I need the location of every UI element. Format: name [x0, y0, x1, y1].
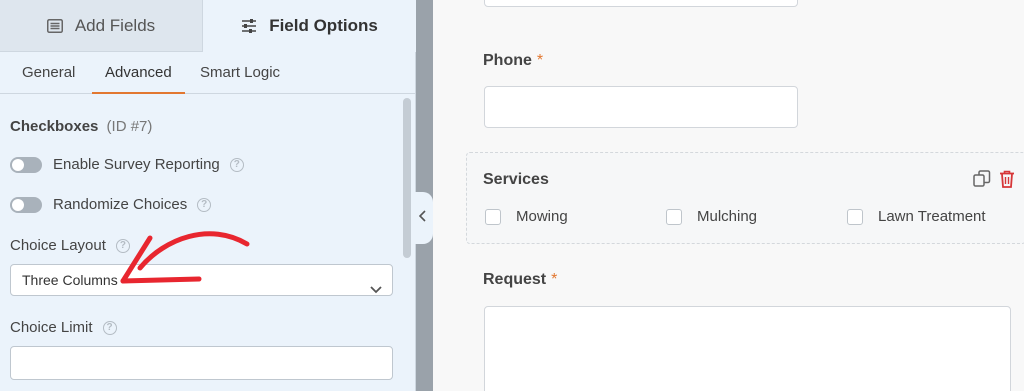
choice-limit-label: Choice Limit [10, 319, 93, 336]
survey-reporting-label: Enable Survey Reporting [53, 156, 220, 173]
services-title: Services [483, 171, 549, 188]
randomize-choices-row: Randomize Choices ? [10, 196, 212, 213]
request-textarea[interactable] [484, 306, 1011, 391]
required-marker: * [536, 52, 544, 69]
help-icon[interactable]: ? [102, 320, 117, 335]
choice-layout-value: Three Columns [22, 272, 118, 288]
chevron-left-icon [418, 209, 427, 227]
checkbox[interactable] [485, 208, 501, 225]
subtab-bar: General Advanced Smart Logic [0, 52, 416, 94]
choice-limit-label-row: Choice Limit ? [10, 319, 117, 336]
choice-limit-input[interactable] [10, 346, 393, 380]
form-preview: Phone * Services Mowing Mulching Lawn Tre… [433, 0, 1024, 391]
checkbox-option[interactable]: Mulching [666, 208, 757, 225]
phone-label-text: Phone [483, 52, 532, 69]
chevron-down-icon [370, 274, 382, 304]
checkbox[interactable] [847, 208, 863, 225]
survey-reporting-row: Enable Survey Reporting ? [10, 156, 244, 173]
panel-scrollbar[interactable] [403, 98, 411, 258]
field-options-panel: Add Fields Field Options General Advance… [0, 0, 416, 391]
field-title-name: Checkboxes [10, 118, 99, 135]
subtab-advanced[interactable]: Advanced [92, 52, 185, 94]
subtab-general[interactable]: General [22, 52, 75, 94]
previous-field-input[interactable] [484, 0, 798, 7]
field-actions [973, 170, 1015, 193]
subtab-smart-logic[interactable]: Smart Logic [200, 52, 280, 94]
tab-add-fields[interactable]: Add Fields [0, 0, 203, 52]
list-icon [46, 18, 63, 33]
randomize-choices-label: Randomize Choices [53, 196, 188, 213]
survey-reporting-toggle[interactable] [10, 156, 42, 173]
phone-label: Phone * [483, 52, 543, 70]
choice-layout-label: Choice Layout [10, 237, 106, 254]
tab-field-options[interactable]: Field Options [203, 0, 416, 52]
choice-layout-label-row: Choice Layout ? [10, 237, 130, 254]
trash-icon[interactable] [999, 170, 1015, 193]
field-id: (ID #7) [106, 118, 153, 135]
help-icon[interactable]: ? [115, 238, 130, 253]
checkbox-option[interactable]: Mowing [485, 208, 568, 225]
checkbox-label: Lawn Treatment [878, 208, 986, 225]
checkbox-option[interactable]: Lawn Treatment [847, 208, 986, 225]
services-field[interactable]: Services Mowing Mulching Lawn Treatment [466, 152, 1024, 244]
tab-add-fields-label: Add Fields [74, 15, 156, 35]
help-icon[interactable]: ? [229, 157, 244, 172]
tab-field-options-label: Field Options [269, 16, 378, 35]
choice-layout-select[interactable]: Three Columns [10, 264, 393, 296]
field-title: Checkboxes (ID #7) [10, 118, 152, 135]
request-label-text: Request [483, 271, 547, 288]
help-icon[interactable]: ? [197, 197, 212, 212]
collapse-panel-button[interactable] [413, 192, 433, 244]
sliders-icon [241, 19, 257, 33]
checkbox-label: Mowing [516, 208, 568, 225]
duplicate-icon[interactable] [973, 170, 991, 193]
checkbox[interactable] [666, 208, 682, 225]
phone-input[interactable] [484, 86, 798, 128]
checkbox-label: Mulching [697, 208, 758, 225]
randomize-choices-toggle[interactable] [10, 196, 42, 213]
required-marker: * [551, 271, 558, 288]
request-label: Request * [483, 271, 557, 289]
